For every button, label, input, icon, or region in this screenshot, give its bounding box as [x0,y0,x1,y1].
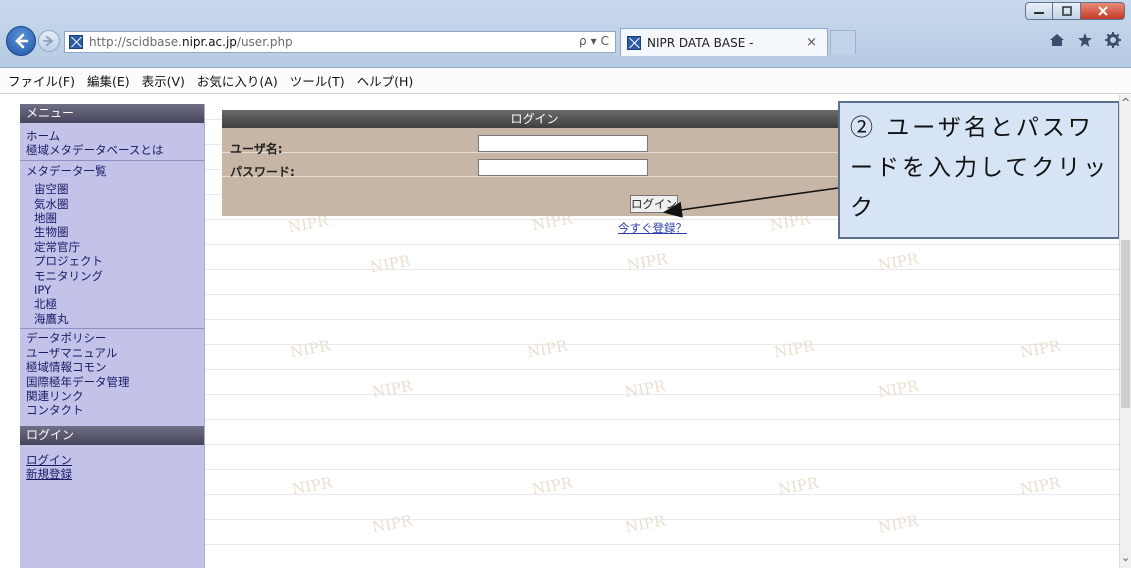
browser-chrome: http://scidbase.nipr.ac.jp/user.php ρ ▾ … [0,0,1131,68]
sidebar-item-biosphere[interactable]: 生物圏 [20,225,204,239]
minimize-button[interactable] [1025,2,1053,20]
tab-favicon-icon [627,35,641,50]
maximize-button[interactable] [1053,2,1081,20]
sidebar-item-data-policy[interactable]: データポリシー [20,331,204,345]
scroll-up-icon[interactable]: ^ [1121,97,1131,108]
sidebar-item-user-manual[interactable]: ユーザマニュアル [20,346,204,360]
star-icon[interactable] [1077,32,1093,48]
sidebar-item-space[interactable]: 宙空圏 [20,182,204,196]
site-favicon-icon [69,35,83,49]
menu-edit[interactable]: 編集(E) [87,71,130,90]
password-input[interactable] [478,159,648,176]
scrollbar[interactable]: ^ ⌄ [1119,95,1131,568]
login-form-header: ログイン [222,110,847,128]
register-link[interactable]: 今すぐ登録？ [618,220,687,236]
search-icon[interactable]: ρ [579,34,587,48]
url-text: http://scidbase.nipr.ac.jp/user.php [89,35,293,49]
toolbar-icons [1049,32,1121,48]
browser-tab[interactable]: NIPR DATA BASE - × [620,28,828,56]
sidebar-item-geosphere[interactable]: 地圏 [20,211,204,225]
menu-header: メニュー [20,104,204,123]
scroll-thumb[interactable] [1121,240,1130,408]
menu-tools[interactable]: ツール(T) [290,71,345,90]
login-button[interactable]: ログイン [630,195,678,213]
sidebar-item-links[interactable]: 関連リンク [20,389,204,403]
refresh-icon[interactable]: C [601,34,609,48]
address-tools: ρ ▾ C [579,34,609,48]
menu-bar: ファイル(F) 編集(E) 表示(V) お気に入り(A) ツール(T) ヘルプ(… [0,68,1131,94]
gear-icon[interactable] [1105,32,1121,48]
dropdown-icon[interactable]: ▾ [591,34,597,48]
close-icon [1097,6,1108,16]
address-bar[interactable]: http://scidbase.nipr.ac.jp/user.php ρ ▾ … [64,31,616,53]
sidebar-login-link[interactable]: ログイン [20,453,204,467]
menu-favorites[interactable]: お気に入り(A) [197,71,278,90]
row-divider [222,176,847,177]
username-input[interactable] [478,135,648,152]
scroll-down-icon[interactable]: ⌄ [1121,552,1131,563]
sidebar-item-about[interactable]: 極域メタデータベースとは [20,143,204,157]
new-tab-button[interactable] [830,30,856,54]
sidebar-item-polar-commons[interactable]: 極域情報コモン [20,360,204,374]
menu-file[interactable]: ファイル(F) [8,71,75,90]
window-controls [1025,2,1125,22]
sidebar-item-monitoring[interactable]: モニタリング [20,269,204,283]
password-label: パスワード: [230,165,295,179]
sidebar-item-ipy-data[interactable]: 国際極年データ管理 [20,375,204,389]
menu-view[interactable]: 表示(V) [142,71,185,90]
sidebar-item-contact[interactable]: コンタクト [20,403,204,417]
maximize-icon [1061,6,1072,16]
sidebar-item-atmosphere[interactable]: 気水圏 [20,197,204,211]
close-window-button[interactable] [1081,2,1125,20]
sidebar-item-project[interactable]: プロジェクト [20,254,204,268]
sidebar: メニュー ホーム 極域メタデータベースとは メタデータ一覧 宙空圏 気水圏 地圏… [20,104,205,568]
sidebar-item-ipy[interactable]: IPY [20,283,204,297]
login-header: ログイン [20,425,204,445]
tab-title: NIPR DATA BASE - [647,35,754,50]
username-label: ユーザ名: [230,142,283,156]
home-icon[interactable] [1049,32,1065,48]
row-divider [222,152,847,153]
sidebar-item-arctic[interactable]: 北極 [20,297,204,311]
sidebar-item-metadata-list[interactable]: メタデータ一覧 [20,164,204,178]
arrow-left-icon [15,33,29,49]
sidebar-divider [20,159,204,161]
menu-help[interactable]: ヘルプ(H) [357,71,414,90]
login-form: ログイン ユーザ名: パスワード: ログイン [222,110,847,216]
sidebar-divider [20,328,204,330]
forward-button[interactable] [38,30,60,52]
callout-text: ② ユーザ名とパスワードを入力してクリック [850,115,1110,221]
arrow-right-icon [43,36,54,46]
sidebar-item-umitaka-maru[interactable]: 海鷹丸 [20,312,204,326]
tab-close-icon[interactable]: × [806,35,817,50]
sidebar-item-home[interactable]: ホーム [20,129,204,143]
sidebar-signup-link[interactable]: 新規登録 [20,467,204,481]
minimize-icon [1034,12,1044,14]
sidebar-item-government[interactable]: 定常官庁 [20,240,204,254]
instruction-callout: ② ユーザ名とパスワードを入力してクリック [838,101,1120,239]
back-button[interactable] [6,26,36,56]
